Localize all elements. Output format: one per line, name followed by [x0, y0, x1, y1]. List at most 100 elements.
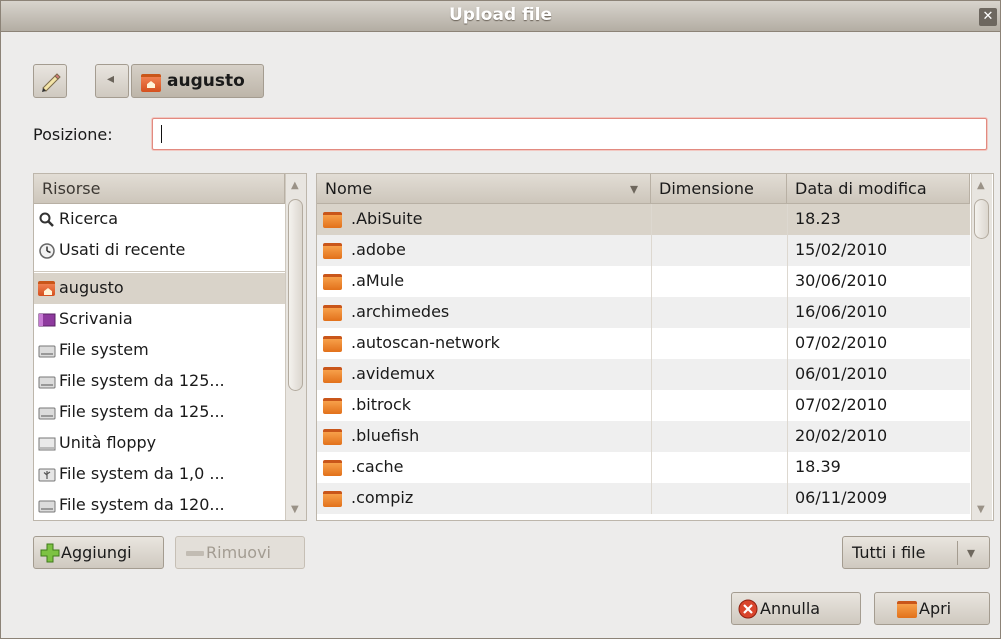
breadcrumb-home-button[interactable]: augusto: [131, 64, 264, 98]
file-name: .archimedes: [351, 302, 450, 321]
places-item[interactable]: Unità floppy: [34, 428, 285, 459]
folder-icon: [323, 398, 342, 414]
places-item[interactable]: Ricerca: [34, 204, 285, 235]
places-item-label: File system: [59, 340, 149, 359]
floppy-icon: [38, 437, 56, 451]
file-modified-date: 15/02/2010: [795, 240, 888, 259]
places-header[interactable]: Risorse: [34, 174, 285, 204]
places-item[interactable]: Usati di recente: [34, 235, 285, 266]
file-modified-date: 18.23: [795, 209, 841, 228]
window-title: Upload file: [449, 5, 552, 25]
places-item[interactable]: File system da 120...: [34, 490, 285, 521]
file-modified-date: 06/11/2009: [795, 488, 888, 507]
file-name: .adobe: [351, 240, 406, 259]
recent-icon: [39, 243, 55, 259]
file-row[interactable]: .AbiSuite 18.23: [317, 204, 970, 235]
add-bookmark-label: Aggiungi: [61, 543, 132, 562]
folder-icon: [323, 243, 342, 259]
title-bar[interactable]: Upload file ✕: [1, 1, 1000, 32]
folder-icon: [323, 274, 342, 290]
column-header-modified[interactable]: Data di modifica: [787, 174, 970, 204]
dropdown-divider: [957, 541, 958, 565]
file-row[interactable]: .avidemux 06/01/2010: [317, 359, 970, 390]
file-modified-date: 07/02/2010: [795, 395, 888, 414]
drive-icon: [38, 407, 56, 420]
column-divider: [651, 328, 652, 359]
cancel-button[interactable]: Annulla: [731, 592, 861, 625]
file-row[interactable]: .aMule 30/06/2010: [317, 266, 970, 297]
drive-icon: [38, 500, 56, 513]
upload-file-dialog: Upload file ✕ ◂ augusto Posizione: Risor…: [0, 0, 1001, 639]
cancel-label: Annulla: [760, 599, 821, 618]
file-row[interactable]: .bluefish 20/02/2010: [317, 421, 970, 452]
usb-drive-icon: [38, 468, 56, 482]
places-separator: [34, 271, 285, 272]
drive-icon: [38, 376, 56, 389]
file-name: .compiz: [351, 488, 414, 507]
file-row[interactable]: .autoscan-network 07/02/2010: [317, 328, 970, 359]
file-row[interactable]: .archimedes 16/06/2010: [317, 297, 970, 328]
column-divider: [787, 483, 788, 514]
location-label: Posizione:: [33, 125, 113, 144]
places-scrollbar[interactable]: ▲ ▼: [285, 174, 306, 520]
column-header-name-label: Nome: [325, 179, 373, 198]
places-item[interactable]: File system da 1,0 ...: [34, 459, 285, 490]
file-list-scrollbar-thumb[interactable]: [974, 199, 989, 239]
remove-bookmark-button[interactable]: Rimuovi: [175, 536, 305, 569]
breadcrumb-label: augusto: [167, 71, 245, 91]
file-modified-date: 30/06/2010: [795, 271, 888, 290]
column-header-size[interactable]: Dimensione: [651, 174, 787, 204]
folder-icon: [323, 336, 342, 352]
places-item-label: augusto: [59, 278, 124, 297]
search-icon: [39, 212, 54, 227]
file-name: .AbiSuite: [351, 209, 423, 228]
chevron-down-icon: ▾: [967, 543, 976, 562]
scroll-down-arrow-icon[interactable]: ▼: [291, 504, 299, 515]
folder-icon: [323, 305, 342, 321]
scroll-up-arrow-icon[interactable]: ▲: [291, 180, 299, 191]
column-header-name[interactable]: Nome ▾: [317, 174, 651, 204]
folder-icon: [323, 367, 342, 383]
places-item-label: Usati di recente: [59, 240, 186, 259]
folder-icon: [323, 429, 342, 445]
file-filter-dropdown[interactable]: Tutti i file ▾: [842, 536, 990, 569]
scroll-down-arrow-icon[interactable]: ▼: [977, 504, 985, 515]
column-divider: [787, 297, 788, 328]
file-row[interactable]: .cache 18.39: [317, 452, 970, 483]
places-item[interactable]: augusto: [34, 273, 285, 304]
column-divider: [787, 390, 788, 421]
places-scrollbar-thumb[interactable]: [288, 199, 303, 391]
type-location-button[interactable]: [33, 64, 67, 98]
file-filter-value: Tutti i file: [852, 543, 926, 562]
file-row[interactable]: .adobe 15/02/2010: [317, 235, 970, 266]
places-item[interactable]: File system da 125...: [34, 397, 285, 428]
folder-icon: [323, 491, 342, 507]
file-name: .bluefish: [351, 426, 420, 445]
file-row[interactable]: .compiz 06/11/2009: [317, 483, 970, 514]
file-name: .aMule: [351, 271, 405, 290]
scroll-up-arrow-icon[interactable]: ▲: [977, 180, 985, 191]
open-label: Apri: [919, 599, 952, 618]
file-row[interactable]: .bitrock 07/02/2010: [317, 390, 970, 421]
places-item[interactable]: File system da 125...: [34, 366, 285, 397]
places-item[interactable]: File system: [34, 335, 285, 366]
close-button[interactable]: ✕: [979, 8, 997, 26]
open-folder-icon: [897, 601, 917, 618]
desktop-icon: [38, 313, 56, 327]
column-divider: [787, 204, 788, 235]
column-divider: [787, 359, 788, 390]
file-modified-date: 16/06/2010: [795, 302, 888, 321]
file-modified-date: 06/01/2010: [795, 364, 888, 383]
places-item[interactable]: Scrivania: [34, 304, 285, 335]
open-button[interactable]: Apri: [874, 592, 990, 625]
file-list-scrollbar[interactable]: ▲ ▼: [971, 174, 992, 520]
column-divider: [651, 204, 652, 235]
add-bookmark-button[interactable]: Aggiungi: [33, 536, 164, 569]
location-input[interactable]: [152, 118, 987, 150]
back-button[interactable]: ◂: [95, 64, 129, 98]
column-divider: [787, 266, 788, 297]
column-divider: [787, 328, 788, 359]
column-divider: [787, 421, 788, 452]
sort-arrow-icon: ▾: [629, 179, 638, 198]
places-item-label: Unità floppy: [59, 433, 157, 452]
